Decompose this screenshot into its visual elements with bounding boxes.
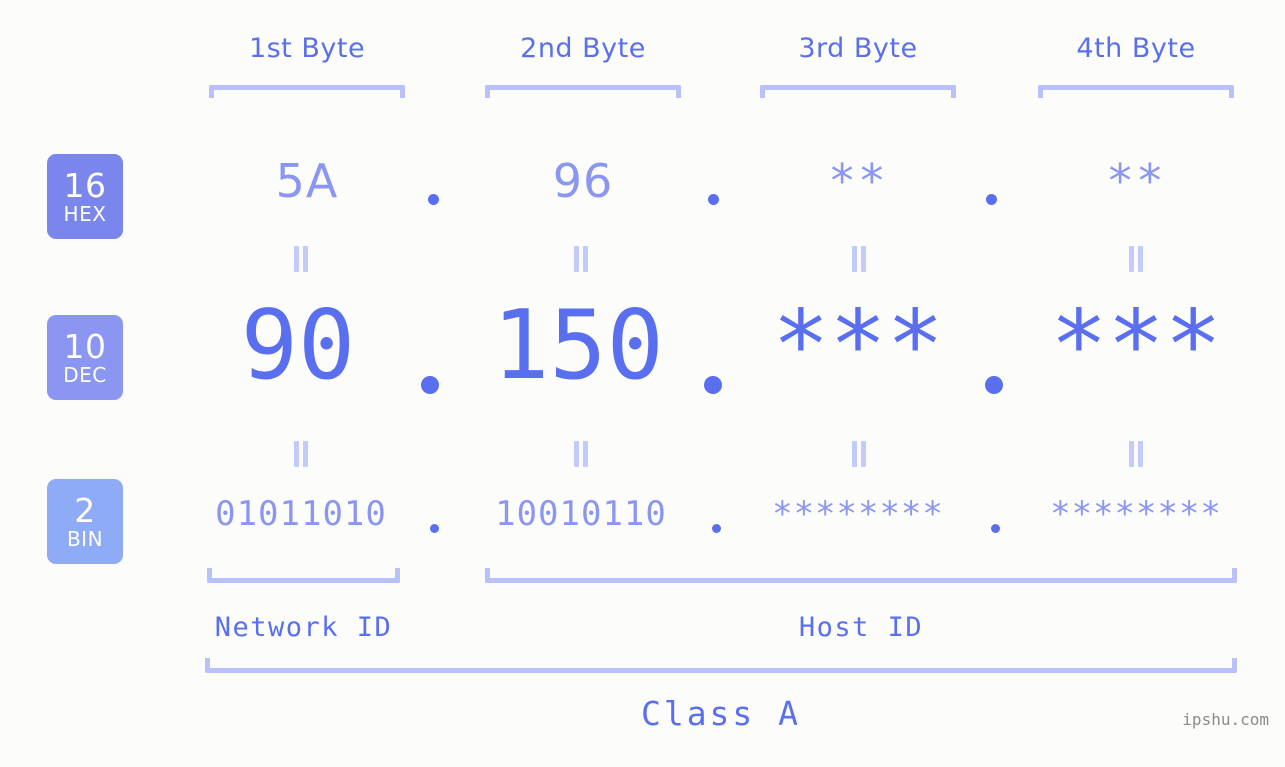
dec-byte-4: *** [1050,291,1222,401]
radix-badge-hex-name: HEX [63,201,107,226]
radix-badge-bin: 2 BIN [47,479,123,564]
radix-badge-bin-name: BIN [66,526,104,551]
ip-address-breakdown-diagram: 1st Byte 2nd Byte 3rd Byte 4th Byte 16 H… [0,0,1285,767]
radix-badge-hex-number: 16 [63,165,107,205]
hex-separator-dot-3 [986,194,997,205]
host-id-label: Host ID [798,612,924,643]
bin-byte-4: ******** [1050,494,1222,534]
dec-byte-1: 90 [240,291,356,401]
hex-separator-dot-2 [708,194,719,205]
hex-byte-4: ** [1106,154,1166,208]
bin-separator-dot-1 [430,524,439,533]
radix-badge-hex: 16 HEX [47,154,123,239]
watermark: ipshu.com [1182,710,1269,729]
radix-badge-dec: 10 DEC [47,315,123,400]
radix-badge-dec-number: 10 [63,326,107,366]
equals-dec-bin-4 [1128,441,1144,467]
radix-badge-dec-name: DEC [63,362,107,387]
equals-dec-bin-3 [851,441,867,467]
class-label: Class A [640,694,802,733]
equals-hex-dec-2 [573,246,589,272]
byte-bracket-2 [485,85,681,98]
network-id-bracket [207,568,400,583]
bin-byte-2: 10010110 [495,494,667,534]
equals-hex-dec-4 [1128,246,1144,272]
bin-separator-dot-3 [991,524,1000,533]
equals-dec-bin-1 [293,441,309,467]
hex-separator-dot-1 [428,194,439,205]
dec-separator-dot-1 [421,376,439,394]
hex-byte-2: 96 [552,154,614,208]
class-bracket [205,658,1237,673]
host-id-bracket [485,568,1237,583]
dec-byte-3: *** [772,291,944,401]
equals-hex-dec-3 [851,246,867,272]
byte-bracket-4 [1038,85,1234,98]
byte-header-4: 4th Byte [1076,33,1196,64]
bin-separator-dot-2 [712,524,721,533]
equals-hex-dec-1 [293,246,309,272]
hex-byte-3: ** [828,154,888,208]
dec-separator-dot-3 [985,376,1003,394]
byte-header-3: 3rd Byte [798,33,918,64]
bin-byte-1: 01011010 [215,494,387,534]
hex-byte-1: 5A [275,154,339,208]
byte-header-2: 2nd Byte [520,33,646,64]
byte-header-1: 1st Byte [248,33,366,64]
byte-bracket-3 [760,85,956,98]
bin-byte-3: ******** [772,494,944,534]
dec-byte-2: 150 [492,291,664,401]
equals-dec-bin-2 [573,441,589,467]
network-id-label: Network ID [214,612,393,643]
dec-separator-dot-2 [704,376,722,394]
byte-bracket-1 [209,85,405,98]
radix-badge-bin-number: 2 [74,490,96,530]
